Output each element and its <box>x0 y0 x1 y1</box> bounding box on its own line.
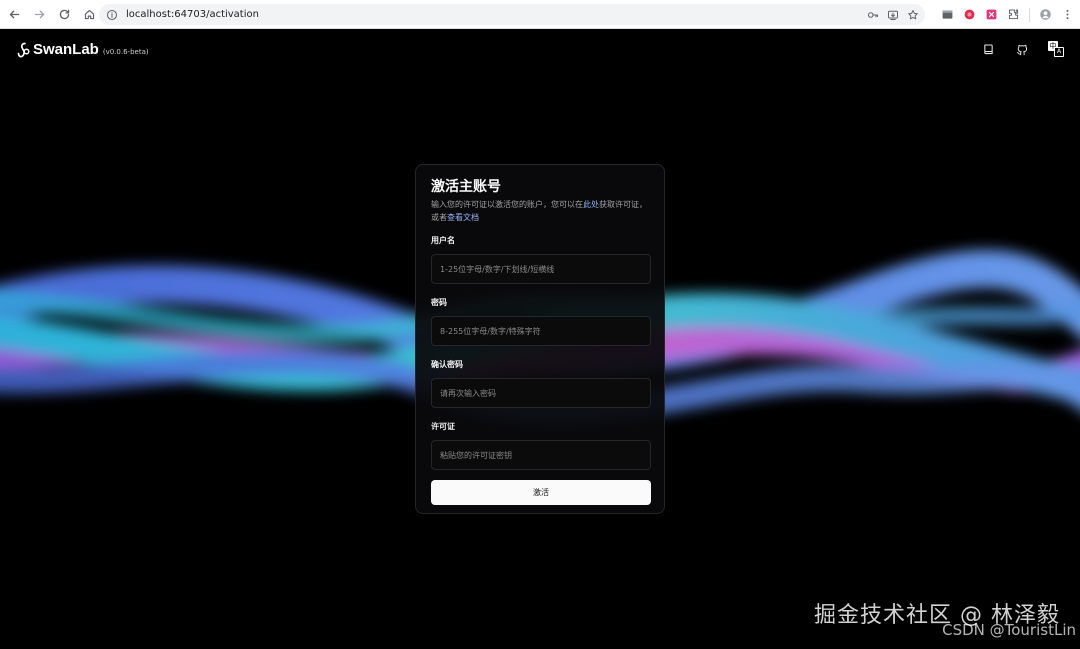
bookmark-star-icon[interactable] <box>907 9 919 21</box>
language-switch-button[interactable]: 中 A <box>1048 41 1064 57</box>
back-icon <box>9 10 19 18</box>
password-input[interactable] <box>431 316 651 346</box>
watermark-csdn: CSDN @TouristLin <box>942 621 1076 639</box>
forward-icon <box>34 10 44 18</box>
profile-icon <box>1040 9 1051 20</box>
app-header: SwanLab (v0.0.6-beta) <box>16 41 149 58</box>
desc-text-before: 输入您的许可证以激活您的账户，您可以在 <box>431 200 583 209</box>
view-docs-link[interactable]: 查看文档 <box>447 213 479 222</box>
toolbar-separator <box>1029 7 1030 22</box>
version-label: (v0.0.6-beta) <box>102 48 149 56</box>
password-key-icon[interactable] <box>867 9 879 21</box>
activate-button[interactable]: 激活 <box>431 480 651 505</box>
username-label: 用户名 <box>431 236 455 245</box>
browser-menu-button[interactable] <box>1061 8 1074 21</box>
confirm-password-input[interactable] <box>431 378 651 408</box>
reload-icon <box>59 9 69 19</box>
activation-card: 激活主账号 输入您的许可证以激活您的账户，您可以在此处获取许可证，或者查看文档 … <box>415 164 665 514</box>
license-label: 许可证 <box>431 422 455 431</box>
docs-button[interactable] <box>980 41 996 57</box>
url-text[interactable]: localhost:64703/activation <box>126 9 259 20</box>
github-button[interactable] <box>1014 41 1030 57</box>
browser-toolbar: localhost:64703/activation <box>0 0 1080 29</box>
brand-name[interactable]: SwanLab <box>33 41 99 58</box>
confirm-password-label: 确认密码 <box>431 360 463 369</box>
extension-red-icon <box>964 9 975 20</box>
extensions-icon <box>1008 9 1019 20</box>
header-actions: 中 A <box>980 41 1064 57</box>
username-input[interactable] <box>431 254 651 284</box>
license-key-input[interactable] <box>431 440 651 470</box>
book-icon <box>983 44 993 54</box>
back-button[interactable] <box>3 3 25 25</box>
extension-red-button[interactable] <box>963 8 976 21</box>
card-title: 激活主账号 <box>431 179 501 195</box>
extensions-area <box>941 4 1074 25</box>
extension-pink-icon <box>986 9 997 20</box>
home-icon <box>84 9 94 19</box>
site-info-icon[interactable] <box>106 9 118 21</box>
swanlab-logo-icon[interactable] <box>16 42 30 58</box>
license-here-link[interactable]: 此处 <box>583 200 599 209</box>
language-en-badge: A <box>1054 47 1064 57</box>
app-viewport: SwanLab (v0.0.6-beta) 中 A 激活主账号 输入您的许可证以… <box>0 29 1080 649</box>
address-bar[interactable]: localhost:64703/activation <box>99 4 925 25</box>
menu-icon <box>1066 9 1069 20</box>
extension-store-button[interactable] <box>941 8 954 21</box>
reload-button[interactable] <box>53 3 75 25</box>
card-description: 输入您的许可证以激活您的账户，您可以在此处获取许可证，或者查看文档 <box>431 199 649 224</box>
extensions-button[interactable] <box>1007 8 1020 21</box>
password-label: 密码 <box>431 298 447 307</box>
forward-button[interactable] <box>28 3 50 25</box>
extension-pink-button[interactable] <box>985 8 998 21</box>
store-icon <box>942 10 953 19</box>
install-app-icon[interactable] <box>887 9 899 21</box>
github-icon <box>1016 44 1027 55</box>
home-button[interactable] <box>78 3 100 25</box>
profile-button[interactable] <box>1039 8 1052 21</box>
